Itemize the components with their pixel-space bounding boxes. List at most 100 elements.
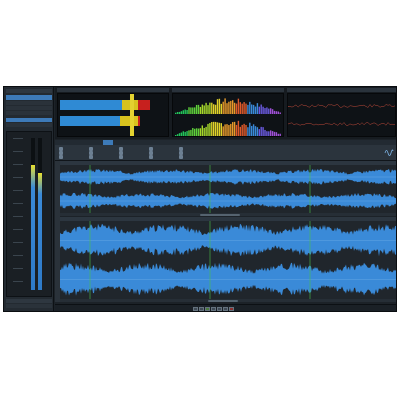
- spectrum-bar: [277, 133, 279, 136]
- loop-icon[interactable]: [211, 307, 216, 311]
- wavelab-logo-icon: [384, 149, 394, 156]
- master-meter-panel: [6, 131, 52, 297]
- spectrum-bar: [230, 100, 232, 114]
- spectrum-bar: [220, 123, 222, 136]
- spectrum-bar: [271, 109, 274, 114]
- play-icon[interactable]: [205, 307, 210, 311]
- spectrum-bar: [186, 109, 188, 114]
- rewind-icon[interactable]: [193, 307, 198, 311]
- meter-tick: [13, 151, 23, 152]
- spectrum-bar: [199, 128, 202, 136]
- spectrum-bar: [178, 133, 181, 136]
- scrollbar-thumb[interactable]: [208, 299, 238, 302]
- spectrum-bar: [268, 108, 270, 114]
- spectrum-bar: [254, 106, 257, 114]
- meter-tick: [13, 242, 23, 243]
- overview-waveform[interactable]: [60, 165, 396, 213]
- spectrum-bar: [237, 120, 240, 136]
- left-panel-footer: [6, 299, 52, 303]
- left-panel-selected-item[interactable]: [6, 95, 52, 100]
- spectrum-bar: [268, 131, 270, 136]
- spectrum-bar: [241, 103, 243, 114]
- spectrum-graph: [175, 98, 281, 136]
- skip-icon[interactable]: [223, 307, 228, 311]
- meter-tick: [13, 255, 23, 256]
- spectrum-bar: [194, 128, 196, 136]
- spectrum-bar: [180, 132, 183, 136]
- ribbon-tool-icon[interactable]: [119, 155, 123, 159]
- phase-header[interactable]: [287, 88, 396, 92]
- level-segment: [138, 116, 140, 126]
- spectrum-bar: [243, 123, 245, 136]
- spectrum-bar: [213, 121, 215, 136]
- spectrum-bar: [201, 104, 203, 114]
- phase-scope: [287, 93, 396, 137]
- spectrum-bar: [260, 104, 262, 114]
- main-waveform-graph: [60, 221, 396, 299]
- spectrum-bar: [245, 103, 247, 114]
- spectrum-bar: [239, 126, 241, 136]
- left-panel-row[interactable]: [6, 101, 52, 105]
- spectrum-bar: [264, 108, 266, 114]
- level-meter-header[interactable]: [57, 88, 169, 92]
- ribbon-group: [149, 147, 177, 159]
- master-meter-left: [31, 138, 35, 290]
- meter-tick: [13, 203, 23, 204]
- spectrum-header[interactable]: [172, 88, 284, 92]
- phase-line: [288, 104, 395, 108]
- left-panel-row[interactable]: [6, 106, 52, 110]
- spectrum-bar: [213, 104, 215, 114]
- spectrum-bar: [176, 112, 179, 114]
- scrollbar-thumb[interactable]: [200, 213, 240, 216]
- phase-graph: [288, 104, 395, 126]
- ribbon-tool-icon[interactable]: [149, 155, 153, 159]
- spectrum-bar: [197, 104, 200, 114]
- spectrum-bar: [224, 124, 226, 136]
- spectrum-bar: [209, 102, 211, 114]
- spectrum-bar: [235, 103, 238, 114]
- overview-scrollbar[interactable]: [60, 213, 396, 216]
- spectrum-bar: [279, 112, 281, 114]
- spectrum-bar: [251, 104, 253, 114]
- left-panel-row[interactable]: [6, 118, 52, 122]
- spectrum-bar: [237, 98, 240, 114]
- left-panel-title: [6, 89, 52, 93]
- spectrum-bar: [188, 107, 190, 114]
- spectrum-bar: [178, 111, 181, 114]
- spectrum-bar: [232, 122, 234, 136]
- ribbon-tool-icon[interactable]: [179, 155, 183, 159]
- spectrum-bar: [199, 106, 202, 114]
- spectrum-bar: [207, 105, 209, 114]
- spectrum-bar: [256, 127, 259, 136]
- meter-scale: [13, 138, 23, 288]
- ribbon-tool-icon[interactable]: [59, 155, 63, 159]
- spectrum-bar: [264, 129, 266, 136]
- stop-icon[interactable]: [199, 307, 204, 311]
- ribbon-tool-icon[interactable]: [89, 155, 93, 159]
- spectrum-bar: [184, 131, 186, 136]
- spectrum-bar: [275, 111, 278, 114]
- spectrum-bar: [182, 131, 184, 136]
- meter-tick: [13, 281, 23, 282]
- left-panel-row[interactable]: [6, 111, 52, 115]
- spectrum-bar: [218, 122, 221, 136]
- spectrum-bar: [258, 106, 260, 114]
- spectroscope: [172, 93, 284, 137]
- spectrum-bar: [254, 126, 257, 136]
- spectrum-bar: [182, 110, 184, 114]
- spectrum-bar: [226, 103, 228, 114]
- left-panel-row[interactable]: [6, 123, 52, 127]
- spectrum-bar: [251, 125, 253, 136]
- spectrum-bar: [271, 131, 274, 136]
- main-scrollbar[interactable]: [60, 299, 396, 302]
- master-meter-right: [38, 138, 42, 290]
- spectrum-bar: [203, 105, 205, 114]
- record-icon[interactable]: [229, 307, 234, 311]
- spectrum-bar: [216, 122, 219, 136]
- meter-fill: [38, 172, 42, 290]
- spectrum-bar: [270, 108, 272, 114]
- spectrum-bar: [245, 124, 247, 136]
- forward-icon[interactable]: [217, 307, 222, 311]
- peak-hold-marker: [130, 94, 134, 136]
- main-waveform[interactable]: [60, 221, 396, 299]
